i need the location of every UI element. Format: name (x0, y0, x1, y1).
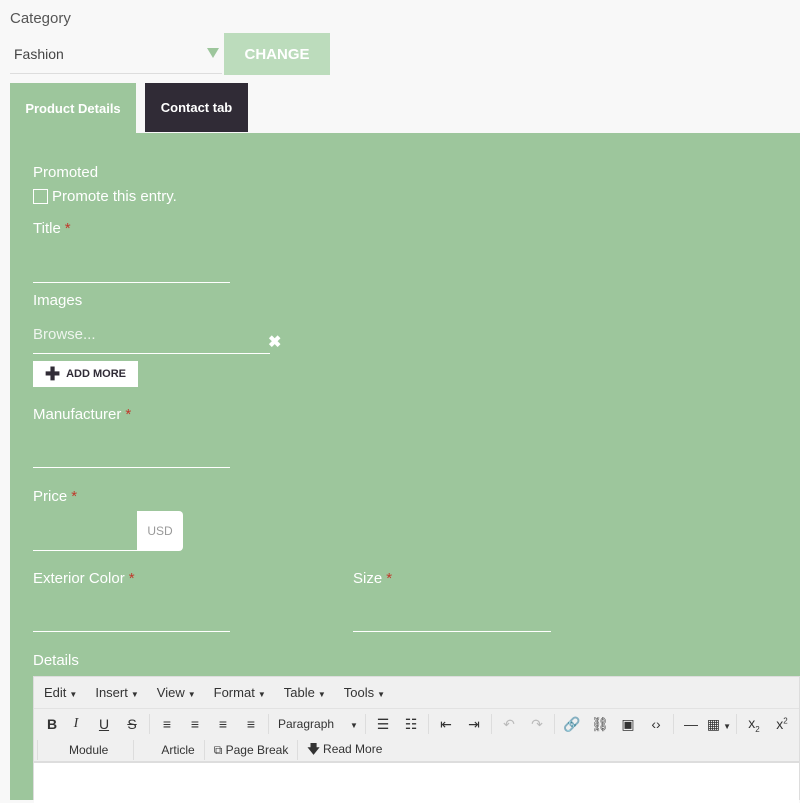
undo-icon[interactable]: ↶ (495, 716, 523, 733)
menu-tools[interactable]: Tools ▼ (344, 685, 385, 700)
plus-icon: ✚ (45, 364, 61, 384)
menu-edit[interactable]: Edit ▼ (44, 685, 77, 700)
required-mark: * (128, 570, 135, 587)
add-more-label: ADD MORE (66, 368, 126, 380)
price-input[interactable] (33, 550, 138, 551)
add-more-button[interactable]: ✚ ADD MORE (33, 361, 138, 387)
dropdown-arrow-icon[interactable] (207, 48, 219, 58)
subscript-icon[interactable]: x2 (740, 715, 768, 734)
bold-icon[interactable]: B (42, 716, 62, 732)
underline-icon[interactable]: U (90, 716, 118, 732)
code-icon[interactable]: ‹› (642, 716, 670, 732)
page-break-button[interactable]: ⧉ Page Break (208, 743, 295, 758)
read-more-button[interactable]: 🡇 Read More (301, 740, 388, 761)
link-icon[interactable]: 🔗 (558, 716, 586, 733)
redo-icon[interactable]: ↷ (523, 716, 551, 733)
strikethrough-icon[interactable]: S (118, 716, 146, 732)
align-right-icon[interactable]: ≡ (209, 716, 237, 732)
numbered-list-icon[interactable]: ☷ (397, 716, 425, 733)
promote-checkbox[interactable] (33, 189, 48, 204)
rich-text-editor[interactable]: Edit ▼ Insert ▼ View ▼ Format ▼ Table ▼ Tools… (33, 676, 800, 803)
article-button[interactable]: Article (137, 743, 200, 757)
editor-content-area[interactable] (34, 763, 799, 803)
images-label: Images (33, 292, 83, 309)
format-select[interactable]: Paragraph ▼ (272, 717, 362, 731)
required-mark: * (386, 570, 393, 587)
editor-toolbar-extras: Module Article ⧉ Page Break 🡇 Read More (34, 739, 799, 763)
browse-input[interactable]: Browse... (33, 326, 96, 343)
editor-toolbar: B I U S ≡ ≡ ≡ ≡ Paragraph ▼ ☰ ☷ ⇤ ⇥ ↶ ↷ 🔗… (34, 709, 799, 739)
category-label: Category (10, 10, 71, 27)
justify-icon[interactable]: ≡ (237, 716, 265, 732)
italic-icon[interactable]: I (62, 716, 90, 732)
arrow-down-icon: 🡇 (307, 741, 320, 756)
manufacturer-input[interactable] (33, 467, 230, 468)
bullet-list-icon[interactable]: ☰ (369, 716, 397, 733)
menu-format[interactable]: Format ▼ (214, 685, 266, 700)
title-label: Title (33, 220, 61, 237)
horizontal-rule-icon[interactable]: — (677, 716, 705, 732)
indent-icon[interactable]: ⇥ (460, 716, 488, 733)
category-value: Fashion (14, 46, 64, 62)
exterior-color-input[interactable] (33, 631, 230, 632)
details-label: Details (33, 652, 79, 669)
required-mark: * (71, 488, 78, 505)
close-icon[interactable]: ✖ (268, 332, 281, 352)
size-input[interactable] (353, 631, 551, 632)
required-mark: * (125, 406, 132, 423)
currency-addon: USD (137, 511, 183, 551)
title-input[interactable] (33, 282, 230, 283)
align-left-icon[interactable]: ≡ (153, 716, 181, 732)
module-button[interactable]: Module (41, 743, 130, 757)
table-icon[interactable]: ▦ ▼ (705, 716, 733, 733)
unlink-icon[interactable]: ⛓ (586, 716, 614, 733)
promoted-label: Promoted (33, 164, 99, 181)
superscript-icon[interactable]: x2 (768, 716, 796, 732)
menu-insert[interactable]: Insert ▼ (95, 685, 138, 700)
tab-product-details[interactable]: Product Details (10, 83, 136, 133)
menu-table[interactable]: Table ▼ (284, 685, 326, 700)
required-mark: * (64, 220, 71, 237)
exterior-color-label: Exterior Color (33, 570, 125, 587)
page-break-icon: ⧉ (213, 742, 223, 757)
image-icon[interactable]: ▣ (614, 716, 642, 733)
category-select[interactable]: Fashion (10, 36, 222, 74)
change-button[interactable]: CHANGE (224, 33, 330, 75)
price-label: Price (33, 488, 68, 505)
editor-menubar: Edit ▼ Insert ▼ View ▼ Format ▼ Table ▼ Tools… (34, 677, 799, 709)
tab-contact[interactable]: Contact tab (145, 83, 248, 132)
manufacturer-label: Manufacturer (33, 406, 122, 423)
outdent-icon[interactable]: ⇤ (432, 716, 460, 733)
browse-underline (33, 353, 270, 354)
align-center-icon[interactable]: ≡ (181, 716, 209, 732)
size-label: Size (353, 570, 383, 587)
menu-view[interactable]: View ▼ (157, 685, 196, 700)
promote-checkbox-label[interactable]: Promote this entry. (52, 188, 177, 205)
